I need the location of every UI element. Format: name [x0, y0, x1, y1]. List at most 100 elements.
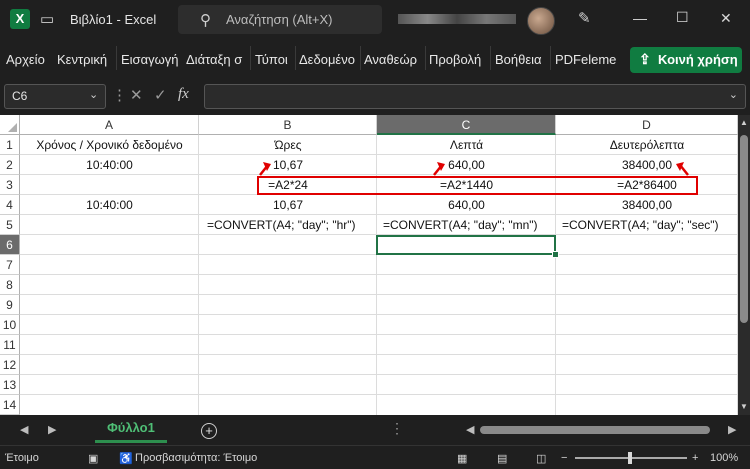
cell-c2[interactable]: 640,00	[377, 155, 556, 175]
cell-c4[interactable]: 640,00	[377, 195, 556, 215]
page-break-view-icon[interactable]: ◫	[536, 452, 546, 465]
accessibility-icon[interactable]: ♿	[119, 452, 133, 465]
tab-separator	[116, 46, 117, 70]
select-all-button[interactable]	[0, 115, 20, 135]
row-header[interactable]: 2	[0, 155, 20, 175]
row-header[interactable]: 3	[0, 175, 20, 195]
annotation-arrow	[259, 162, 271, 176]
zoom-slider-thumb[interactable]	[628, 452, 632, 464]
cell-b1[interactable]: Ώρες	[199, 135, 377, 155]
column-header-c[interactable]: C	[377, 115, 556, 135]
formula-input[interactable]: ⌄	[204, 84, 746, 109]
row-header[interactable]: 14	[0, 395, 20, 415]
row-header[interactable]: 13	[0, 375, 20, 395]
tab-separator	[295, 46, 296, 70]
tab-data[interactable]: Δεδομένο	[299, 52, 355, 67]
status-ready: Έτοιμο	[5, 452, 39, 464]
close-button[interactable]: ✕	[720, 10, 732, 27]
cell-d5[interactable]: =CONVERT(A4; "day"; "sec")	[562, 215, 737, 235]
tab-view[interactable]: Προβολή	[429, 52, 481, 67]
row-header[interactable]: 1	[0, 135, 20, 155]
tab-formulas[interactable]: Τύποι	[255, 52, 288, 67]
column-header-d[interactable]: D	[556, 115, 738, 135]
gridline	[20, 334, 738, 335]
zoom-out-icon[interactable]: −	[561, 452, 567, 464]
cell-d2[interactable]: 38400,00	[556, 155, 738, 175]
share-icon: ⇪	[639, 51, 651, 67]
add-sheet-button[interactable]: +	[201, 423, 217, 439]
row-header[interactable]: 4	[0, 195, 20, 215]
tab-home[interactable]: Κεντρική	[57, 52, 107, 67]
prev-sheet-icon[interactable]: ◀	[20, 423, 28, 436]
macro-record-icon[interactable]: ▣	[88, 452, 98, 465]
column-header-b[interactable]: B	[199, 115, 377, 135]
row-header[interactable]: 6	[0, 235, 20, 255]
tab-separator	[360, 46, 361, 70]
name-box-value: C6	[12, 89, 28, 103]
row-header[interactable]: 5	[0, 215, 20, 235]
cell-b2[interactable]: 10,67	[199, 155, 377, 175]
scroll-left-icon[interactable]: ◀	[466, 423, 474, 436]
zoom-in-icon[interactable]: +	[692, 452, 698, 464]
tab-separator	[425, 46, 426, 70]
scroll-up-icon[interactable]: ▲	[740, 118, 748, 127]
row-header[interactable]: 11	[0, 335, 20, 355]
tab-file[interactable]: Αρχείο	[6, 52, 45, 67]
fill-handle[interactable]	[552, 251, 559, 258]
horizontal-scroll-thumb[interactable]	[480, 426, 710, 434]
more-options-icon[interactable]: ⋮	[390, 420, 404, 437]
cell-d1[interactable]: Δευτερόλεπτα	[556, 135, 738, 155]
cell-a2[interactable]: 10:40:00	[20, 155, 199, 175]
maximize-button[interactable]: ☐	[676, 9, 689, 26]
tab-page-layout[interactable]: Διάταξη σ	[186, 52, 242, 67]
name-box[interactable]: C6 ⌄	[4, 84, 106, 109]
share-button[interactable]: ⇪ Κοινή χρήση	[630, 47, 742, 73]
cell-b4[interactable]: 10,67	[199, 195, 377, 215]
minimize-button[interactable]: —	[633, 10, 647, 26]
excel-logo-icon: X	[10, 9, 30, 29]
avatar[interactable]	[527, 7, 555, 35]
autosave-icon[interactable]: ▭	[40, 10, 54, 28]
next-sheet-icon[interactable]: ▶	[48, 423, 56, 436]
cell-c1[interactable]: Λεπτά	[377, 135, 556, 155]
tab-help[interactable]: Βοήθεια	[495, 52, 542, 67]
cell-a1[interactable]: Χρόνος / Χρονικό δεδομένο	[20, 135, 199, 155]
window-title: Βιβλίο1 - Excel	[70, 12, 157, 27]
row-header[interactable]: 10	[0, 315, 20, 335]
zoom-level[interactable]: 100%	[710, 452, 738, 464]
chevron-down-icon[interactable]: ⌄	[89, 88, 98, 101]
chevron-down-icon[interactable]: ⌄	[729, 88, 738, 101]
sheet-tab[interactable]: Φύλλο1	[95, 416, 167, 443]
tab-separator	[490, 46, 491, 70]
gridline	[20, 374, 738, 375]
cancel-icon[interactable]: ✕	[130, 86, 143, 104]
cell-b5[interactable]: =CONVERT(A4; "day"; "hr")	[207, 215, 376, 235]
insert-function-icon[interactable]: fx	[178, 86, 189, 103]
normal-view-icon[interactable]: ▦	[457, 452, 467, 465]
cell-c5[interactable]: =CONVERT(A4; "day"; "mn")	[383, 215, 555, 235]
pen-icon[interactable]: ✎	[578, 9, 591, 27]
active-cell-c6[interactable]	[376, 235, 556, 255]
enter-icon[interactable]: ✓	[154, 86, 167, 104]
cell-a4[interactable]: 10:40:00	[20, 195, 199, 215]
accessibility-status[interactable]: Προσβασιμότητα: Έτοιμο	[135, 452, 257, 464]
annotation-box	[257, 176, 698, 195]
row-header[interactable]: 8	[0, 275, 20, 295]
search-box[interactable]: ⚲ Αναζήτηση (Alt+X)	[178, 5, 382, 34]
tab-review[interactable]: Αναθεώρ	[364, 52, 417, 67]
column-header-a[interactable]: A	[20, 115, 199, 135]
row-header[interactable]: 9	[0, 295, 20, 315]
row-header[interactable]: 12	[0, 355, 20, 375]
tab-insert[interactable]: Εισαγωγή	[121, 52, 178, 67]
vertical-scroll-thumb[interactable]	[740, 135, 748, 323]
scroll-right-icon[interactable]: ▶	[728, 423, 736, 436]
cell-d4[interactable]: 38400,00	[556, 195, 738, 215]
row-header[interactable]: 7	[0, 255, 20, 275]
gridline	[20, 354, 738, 355]
annotation-arrow	[676, 162, 689, 176]
scroll-down-icon[interactable]: ▼	[740, 402, 748, 411]
page-layout-view-icon[interactable]: ▤	[497, 452, 507, 465]
tab-pdfelement[interactable]: PDFeleme	[555, 52, 616, 67]
more-options-icon[interactable]: ⋮	[112, 86, 127, 104]
gridline	[20, 274, 738, 275]
